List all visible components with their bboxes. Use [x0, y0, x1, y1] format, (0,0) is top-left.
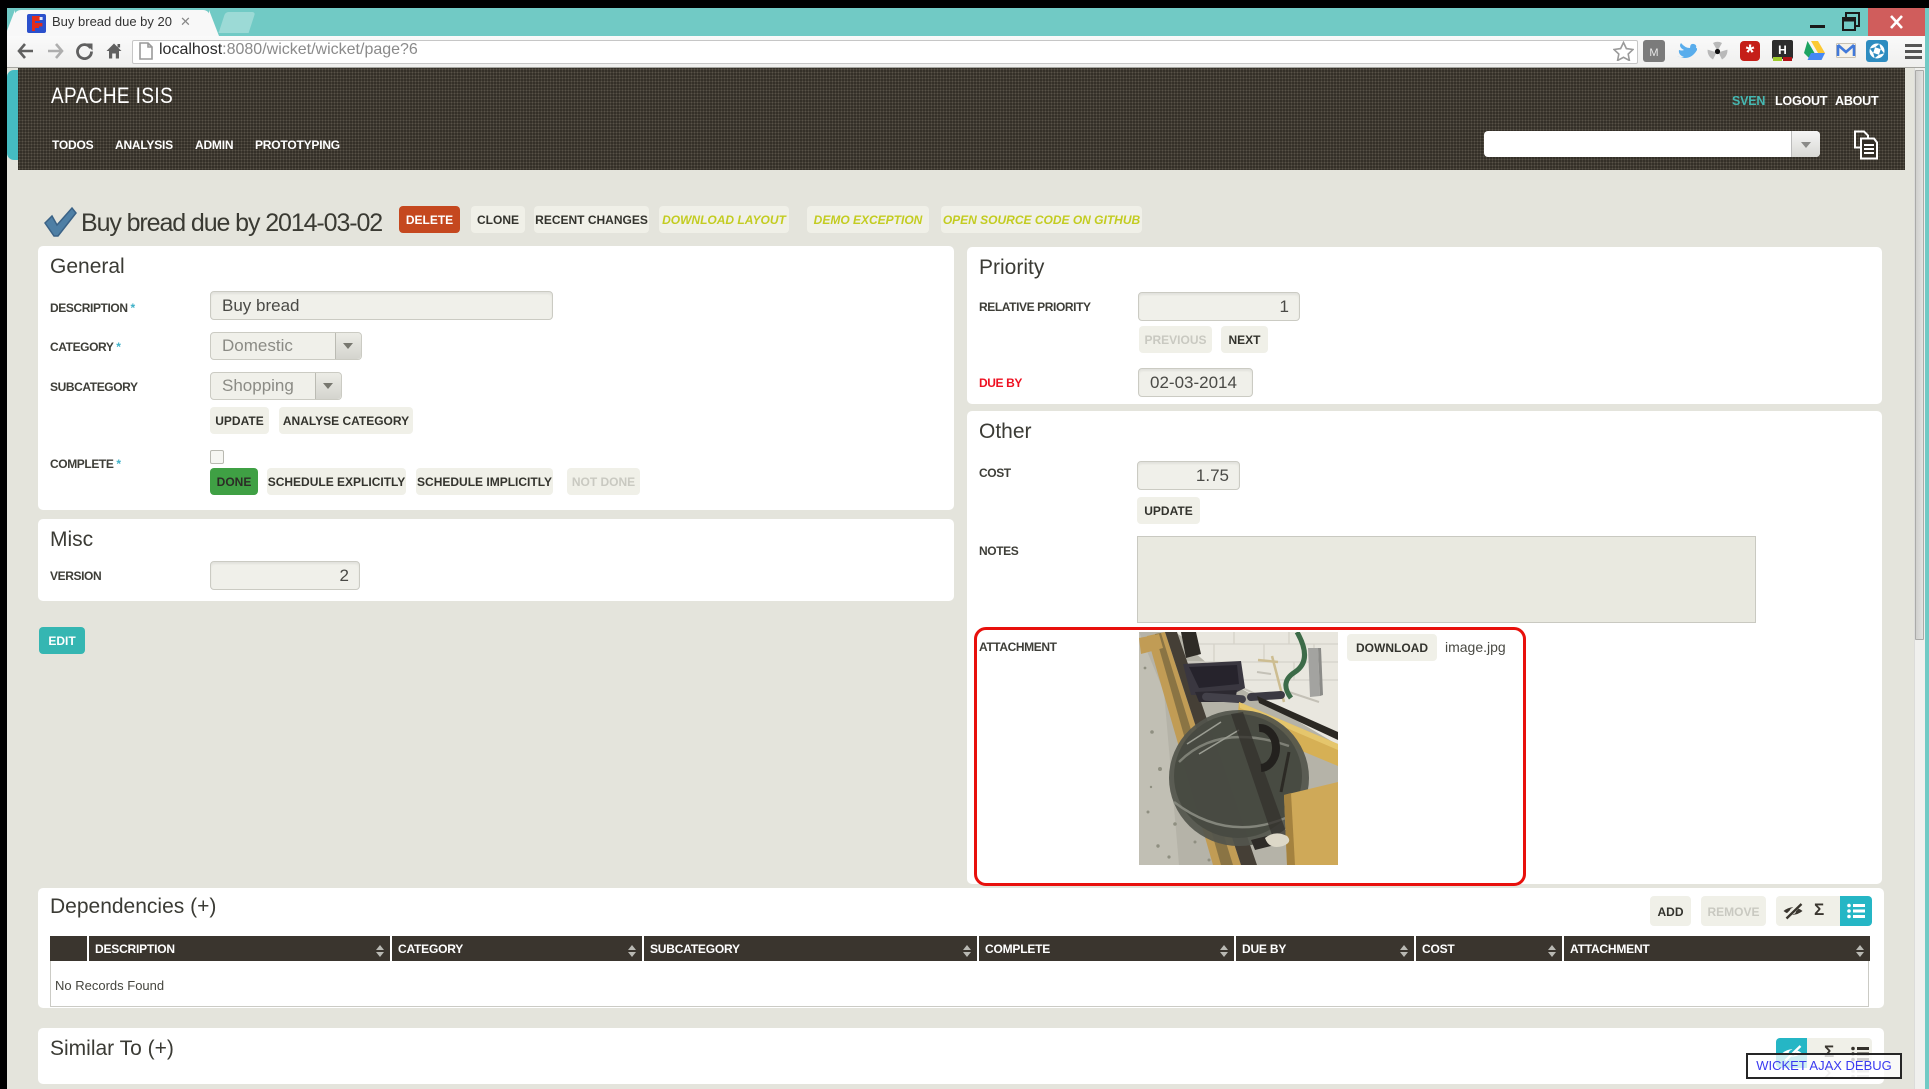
- svg-text:M: M: [1649, 47, 1658, 59]
- svg-text:*: *: [1746, 41, 1755, 61]
- svg-text:H: H: [1778, 43, 1787, 57]
